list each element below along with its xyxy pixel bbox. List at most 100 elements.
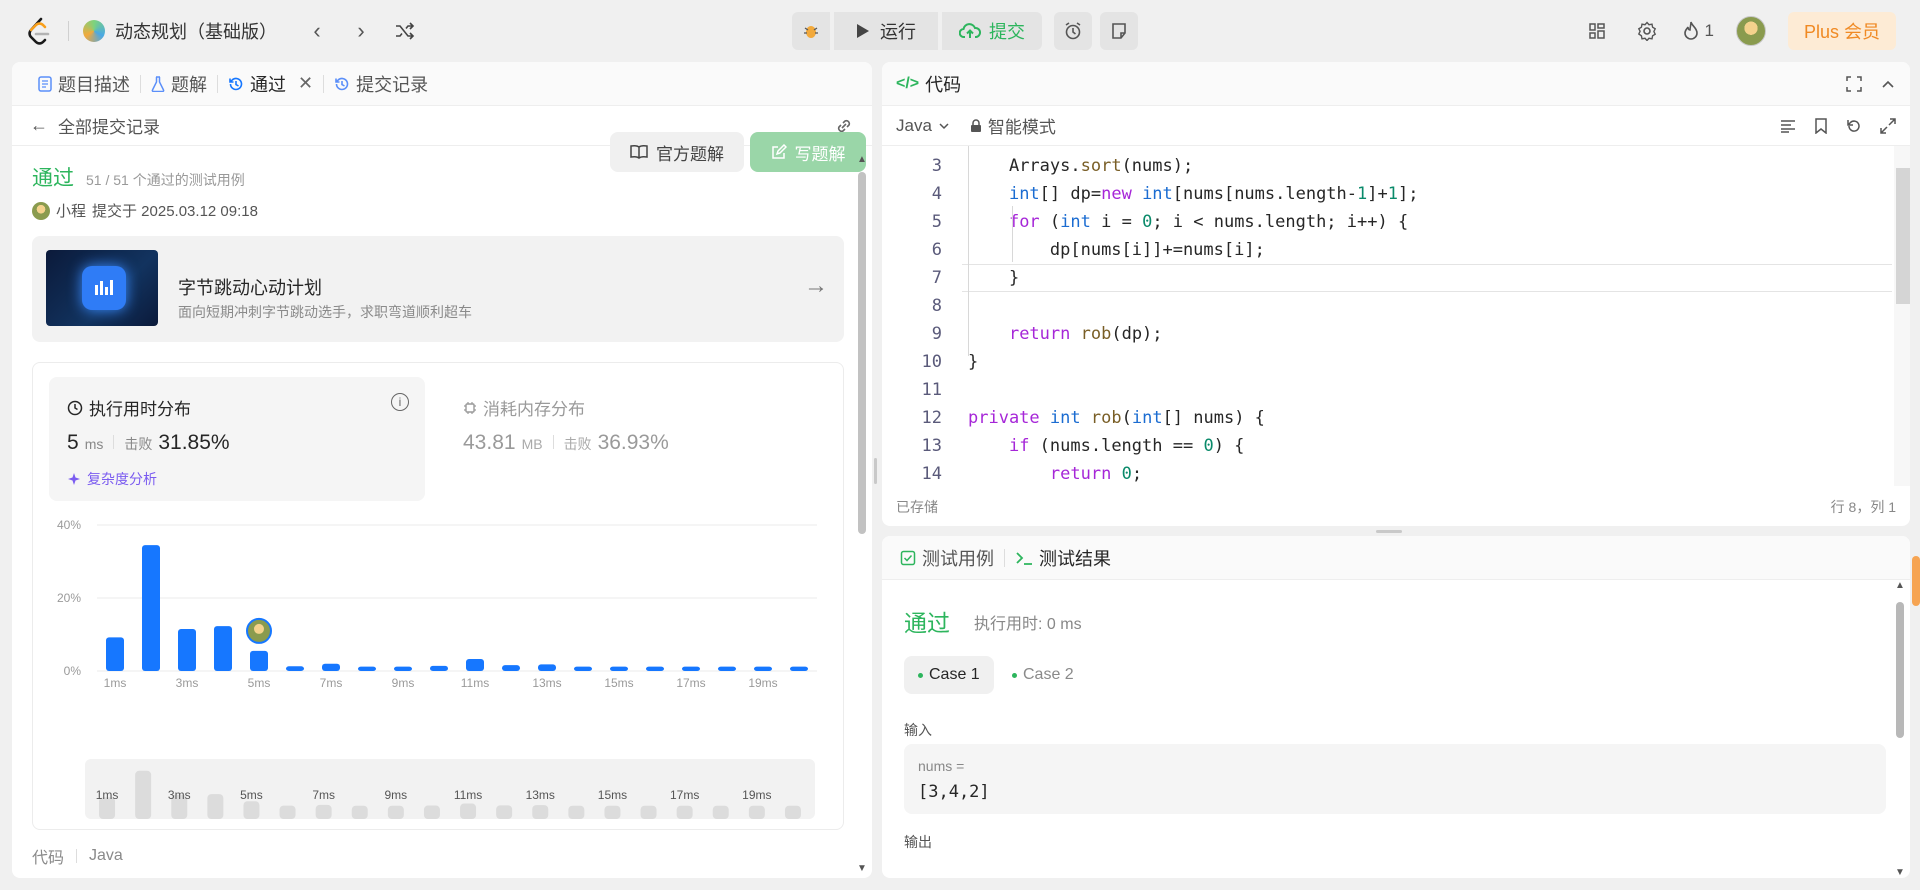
histogram-range-navigator[interactable]: 1ms 3ms 5ms 7ms 9ms 11ms 13ms 15ms 17ms 19ms	[85, 759, 815, 819]
plus-membership-button[interactable]: Plus 会员	[1787, 12, 1896, 50]
horizontal-resize-handle[interactable]	[1376, 530, 1402, 533]
scrollbar-thumb[interactable]	[1896, 168, 1910, 304]
leetcode-logo-icon[interactable]	[24, 16, 54, 46]
timer-button[interactable]	[1054, 12, 1092, 50]
tab-solutions[interactable]: 题解	[141, 62, 217, 106]
tab-label: 题目描述	[58, 74, 130, 95]
tab-testcases[interactable]: 测试用例	[890, 536, 1004, 580]
histogram-bar[interactable]	[430, 665, 448, 671]
line-number: 14	[921, 464, 942, 484]
histogram-bar[interactable]	[286, 666, 304, 671]
memory-distribution-tab[interactable]: 消耗内存分布	[463, 395, 585, 420]
notes-button[interactable]	[1100, 12, 1138, 50]
complexity-analysis-link[interactable]: 复杂度分析	[67, 469, 157, 489]
test-tab-bar: 测试用例 测试结果	[882, 536, 1910, 580]
histogram-bar[interactable]	[682, 666, 700, 671]
x-tick-label: 13ms	[532, 676, 561, 687]
streak-counter[interactable]: 1	[1683, 17, 1714, 45]
testcases-passed: 51 / 51 个通过的测试用例	[86, 172, 245, 188]
chevron-up-icon[interactable]	[1880, 76, 1896, 92]
code-editor[interactable]: 3 Arrays.sort(nums); 4 int[] dp=new int[n…	[882, 146, 1910, 486]
cursor-position: 行 8，列 1	[1830, 499, 1896, 515]
scrollbar-thumb[interactable]	[1896, 602, 1904, 738]
smart-mode-label: 智能模式	[987, 118, 1056, 137]
histogram-bar[interactable]	[250, 650, 268, 671]
format-icon[interactable]	[1780, 119, 1796, 133]
code-line: 10}	[882, 348, 1892, 376]
tab-code[interactable]: </> 代码	[896, 71, 961, 97]
scroll-down-icon[interactable]: ▼	[857, 863, 867, 874]
case-1-tab[interactable]: Case 1	[904, 656, 994, 694]
histogram-bar[interactable]	[790, 666, 808, 671]
problem-list-button[interactable]: 动态规划（基础版）	[83, 18, 277, 44]
scroll-up-icon[interactable]: ▲	[857, 154, 867, 165]
editor-scrollbar[interactable]	[1894, 146, 1910, 486]
histogram-bar[interactable]	[142, 545, 160, 671]
smart-mode-toggle[interactable]: 智能模式	[970, 113, 1056, 138]
run-button[interactable]: 运行	[834, 12, 938, 50]
maximize-icon[interactable]	[1846, 75, 1862, 92]
bookmark-icon[interactable]	[1814, 117, 1828, 134]
submitter-avatar[interactable]	[32, 201, 50, 220]
runtime-distribution-box[interactable]: 执行用时分布 i 5 ms 击败 31.85% 复杂度分析	[49, 377, 425, 501]
histogram-bar[interactable]	[178, 629, 196, 671]
saved-status: 已存储	[896, 499, 938, 515]
navigator-tick-label: 3ms	[168, 788, 191, 802]
histogram-bar[interactable]	[214, 626, 232, 671]
chevron-left-icon: ‹	[313, 18, 321, 43]
test-panel: 测试用例 测试结果 通过 执行用时: 0 ms Case 1 Case 2 输入…	[882, 536, 1910, 878]
debug-button[interactable]	[792, 12, 830, 50]
scrollbar-thumb[interactable]	[858, 172, 866, 534]
info-icon[interactable]: i	[391, 393, 409, 411]
left-panel: 题目描述 题解 通过 ✕ 提交记录 ← 全部提交记录 通过 51 / 51 个通…	[12, 62, 872, 878]
user-avatar[interactable]	[1735, 16, 1766, 46]
close-icon[interactable]: ✕	[298, 73, 313, 94]
x-tick-label: 1ms	[104, 676, 127, 687]
expand-icon[interactable]	[1880, 117, 1896, 134]
checkbox-icon	[900, 550, 916, 565]
bug-icon	[804, 26, 818, 38]
histogram-bar[interactable]	[646, 666, 664, 671]
prev-problem-button[interactable]: ‹	[299, 13, 335, 49]
submitter-name[interactable]: 小程	[56, 200, 86, 221]
histogram-bar[interactable]	[718, 666, 736, 671]
histogram-bar[interactable]	[466, 658, 484, 671]
accepted-status: 通过	[32, 167, 74, 190]
layout-grid-icon	[1588, 23, 1605, 39]
tab-test-result[interactable]: 测试结果	[1005, 536, 1121, 580]
histogram-bar[interactable]	[322, 663, 340, 671]
tab-description[interactable]: 题目描述	[28, 62, 140, 106]
histogram-bar[interactable]	[754, 666, 772, 671]
histogram-bar[interactable]	[610, 666, 628, 671]
language-select[interactable]: Java	[896, 116, 950, 136]
random-problem-button[interactable]	[387, 13, 423, 49]
reset-icon[interactable]	[1846, 118, 1862, 134]
histogram-bar[interactable]	[106, 637, 124, 671]
histogram-bar[interactable]	[394, 666, 412, 671]
histogram-bar[interactable]	[574, 666, 592, 671]
scroll-up-icon[interactable]: ▲	[1895, 580, 1905, 591]
official-solution-button[interactable]: 官方题解	[610, 132, 744, 172]
side-drawer-handle[interactable]	[1912, 556, 1920, 606]
settings-button[interactable]	[1633, 17, 1661, 45]
promo-banner[interactable]: 字节跳动心动计划 面向短期冲刺字节跳动选手，求职弯道顺利超车 →	[32, 236, 844, 342]
next-problem-button[interactable]: ›	[343, 13, 379, 49]
flask-icon	[151, 75, 165, 92]
test-scrollbar[interactable]: ▲ ▼	[1894, 580, 1906, 878]
histogram-bar[interactable]	[358, 666, 376, 671]
write-solution-button[interactable]: 写题解	[750, 132, 866, 172]
submit-button[interactable]: 提交	[942, 12, 1042, 50]
left-scrollbar[interactable]: ▲ ▼	[856, 154, 868, 874]
y-tick-label: 40%	[57, 518, 81, 532]
histogram-bar[interactable]	[538, 664, 556, 671]
histogram-bar[interactable]	[502, 665, 520, 671]
play-icon	[857, 24, 869, 38]
line-number: 13	[921, 436, 942, 456]
scroll-down-icon[interactable]: ▼	[1895, 867, 1905, 878]
vertical-resize-handle[interactable]	[874, 458, 877, 484]
layout-button[interactable]	[1583, 17, 1611, 45]
tab-submissions[interactable]: 提交记录	[324, 62, 438, 106]
tab-accepted[interactable]: 通过 ✕	[218, 62, 323, 106]
case-2-tab[interactable]: Case 2	[998, 656, 1088, 694]
back-to-submissions-link[interactable]: ← 全部提交记录	[30, 113, 160, 138]
